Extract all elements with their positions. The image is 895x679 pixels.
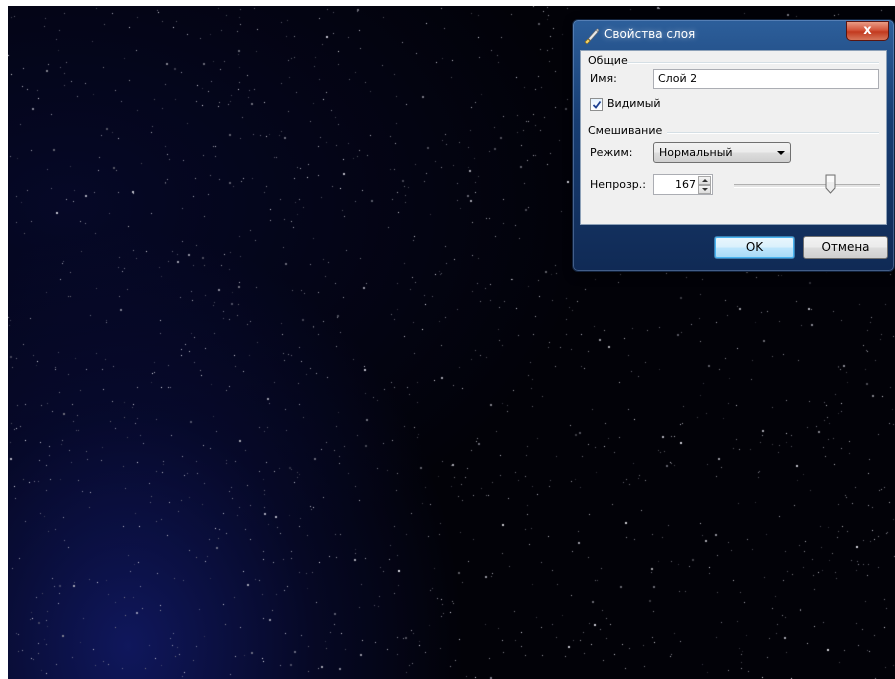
blending-section-label: Смешивание [588, 124, 663, 137]
arrow-down-icon [702, 188, 708, 191]
title-bar[interactable]: Свойства слоя x [573, 20, 894, 50]
opacity-slider-track[interactable] [734, 184, 880, 188]
dialog-title: Свойства слоя [604, 27, 696, 41]
mode-label: Режим: [590, 146, 633, 159]
opacity-value: 167 [675, 178, 696, 191]
opacity-slider-thumb[interactable] [825, 174, 836, 194]
opacity-spinner[interactable]: 167 [653, 174, 713, 195]
dialog-client-area: Общие Имя: Слой 2 Видимый Смешивание Реж… [580, 50, 887, 225]
general-section-divider [627, 62, 879, 64]
brush-icon [584, 28, 600, 45]
opacity-label: Непрозр.: [590, 178, 646, 191]
name-input[interactable]: Слой 2 [653, 69, 879, 89]
close-button[interactable]: x [846, 21, 889, 41]
visible-checkbox[interactable] [590, 98, 603, 111]
close-icon: x [863, 23, 872, 38]
spin-up-button[interactable] [698, 176, 711, 185]
blend-mode-value: Нормальный [659, 146, 733, 159]
layer-properties-dialog: Свойства слоя x Общие Имя: Слой 2 Видимы… [572, 19, 895, 272]
cancel-button[interactable]: Отмена [803, 236, 888, 259]
chevron-down-icon [777, 151, 785, 155]
general-section-label: Общие [588, 54, 628, 67]
spin-down-button[interactable] [698, 185, 711, 194]
checkmark-icon [592, 100, 602, 109]
name-label: Имя: [590, 72, 617, 85]
desktop-background: Свойства слоя x Общие Имя: Слой 2 Видимы… [8, 6, 895, 679]
blending-section-divider [667, 132, 879, 134]
arrow-up-icon [702, 179, 708, 182]
visible-label[interactable]: Видимый [607, 97, 661, 110]
blend-mode-select[interactable]: Нормальный [653, 142, 791, 163]
ok-button[interactable]: OK [714, 236, 795, 259]
